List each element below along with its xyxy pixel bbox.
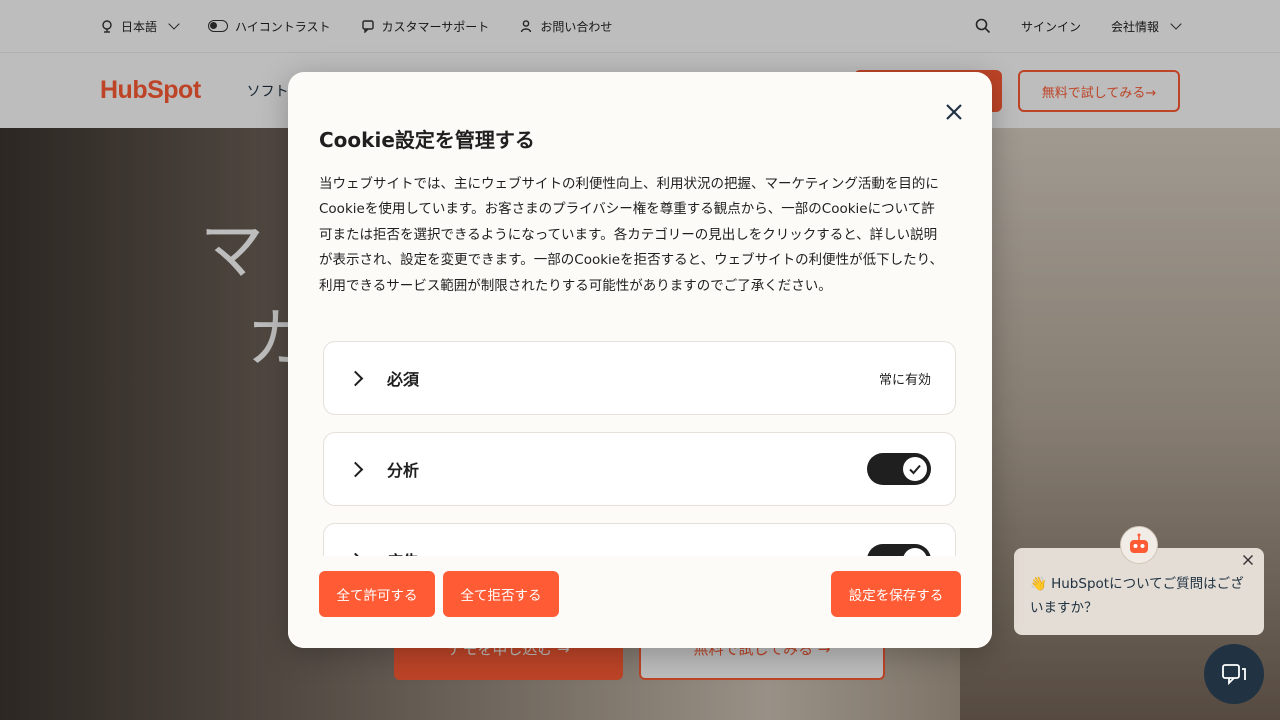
save-settings-button[interactable]: 設定を保存する [831,571,961,617]
chatbot-avatar [1120,526,1158,564]
category-analytics[interactable]: 分析 [323,432,956,506]
modal-description: 当ウェブサイトでは、主にウェブサイトの利便性向上、利用状況の把握、マーケティング… [319,176,944,294]
category-label: 広告 [387,548,419,556]
category-list[interactable]: 必須 常に有効 分析 広告 [322,341,958,556]
toggle-knob [903,457,927,481]
category-advertising[interactable]: 広告 [323,523,956,556]
check-icon [909,464,921,475]
chevron-right-icon [347,370,364,386]
analytics-toggle[interactable] [867,453,931,485]
modal-footer: 全て許可する 全て拒否する 設定を保存する [288,556,992,648]
category-required[interactable]: 必須 常に有効 [323,341,956,415]
category-label: 必須 [387,370,420,389]
cookie-settings-modal: Cookie設定を管理する 当ウェブサイトでは、主にウェブサイトの利便性向上、利… [288,72,992,648]
toggle-knob [903,548,927,556]
category-label: 分析 [387,461,420,480]
advertising-toggle[interactable] [867,544,931,556]
close-icon[interactable] [1242,554,1254,566]
always-active-label: 常に有効 [878,372,931,388]
modal-title: Cookie設定を管理する [319,128,535,152]
chat-launcher-button[interactable] [1204,644,1264,704]
accept-all-button[interactable]: 全て許可する [319,571,435,617]
reject-all-button[interactable]: 全て拒否する [443,571,559,617]
robot-icon [1130,533,1148,553]
close-icon[interactable] [942,100,966,124]
chat-message: 👋 HubSpotについてご質問はございますか？ [1030,576,1244,616]
chevron-right-icon [347,461,364,477]
chat-icon [1222,664,1246,686]
